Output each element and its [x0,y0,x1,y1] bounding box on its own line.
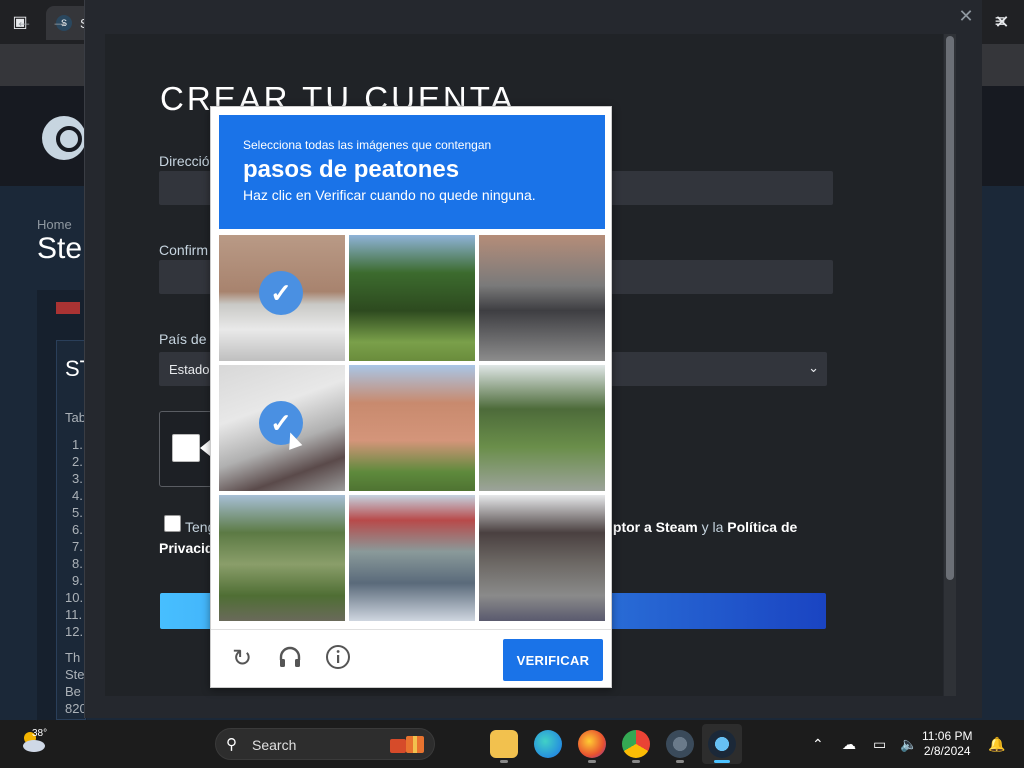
forward-button[interactable]: → [48,9,72,33]
browser-menu-icon[interactable]: ≡ [988,9,1012,33]
captcha-tile[interactable]: ✓ [219,235,345,361]
recaptcha-checkbox[interactable] [172,434,200,462]
file-explorer-icon[interactable] [490,730,518,758]
country-label: País de [159,331,207,347]
list-item: 2. [72,454,83,469]
captcha-challenge: Selecciona todas las imágenes que conten… [210,106,612,688]
captcha-tile[interactable] [349,365,475,491]
list-item: 3. [72,471,83,486]
list-item: 11. [65,607,83,622]
captcha-header: Selecciona todas las imágenes que conten… [219,115,605,229]
captcha-grid: ✓ ✓ [219,235,605,621]
running-indicator [676,760,684,763]
page-title: Ste [37,232,83,265]
language-flag-icon[interactable] [56,302,80,314]
running-indicator [500,760,508,763]
captcha-tile[interactable] [349,235,475,361]
chrome-icon[interactable] [622,730,650,758]
list-item: 7. [72,539,83,554]
verify-button[interactable]: VERIFICAR [503,639,603,681]
agree-text-continued: iptor a Steam y la Política de [609,519,797,535]
captcha-tile[interactable] [479,495,605,621]
email-label: Direcció [159,153,210,169]
list-item: 5. [72,505,83,520]
agree-connector: y la [697,519,728,535]
search-placeholder: Search [252,737,297,753]
country-value: Estado [169,362,210,377]
notification-bell-icon[interactable]: 🔔 [988,736,1005,753]
onedrive-icon[interactable]: ☁ [842,736,856,753]
search-highlight-icon [388,733,426,755]
captcha-pointer [200,440,210,456]
list-item: 8. [72,556,83,571]
list-item: 1. [72,437,83,452]
scrollbar-thumb[interactable] [946,36,954,580]
checkmark-icon: ✓ [259,271,303,315]
reload-icon[interactable]: ↻ [227,644,257,674]
card-text: Th [65,650,81,665]
clock-date: 2/8/2024 [923,744,971,758]
running-indicator [588,760,596,763]
settings-icon[interactable] [666,730,694,758]
privacy-link[interactable]: Política de [727,519,797,535]
captcha-tile[interactable] [479,235,605,361]
list-item: 9. [72,573,83,588]
chevron-down-icon: ⌄ [808,360,819,375]
list-item: 10. [65,590,84,605]
captcha-tile[interactable]: ✓ [219,365,345,491]
running-indicator [632,760,640,763]
search-icon: ⚲ [226,736,237,753]
agree-checkbox[interactable] [164,515,181,532]
breadcrumb[interactable]: Home [37,217,72,232]
network-icon[interactable]: ▭ [873,736,886,753]
captcha-subinstruction: Haz clic en Verificar cuando no quede ni… [243,187,536,203]
steam-logo-icon[interactable] [42,116,86,160]
captcha-instruction: Selecciona todas las imágenes que conten… [243,138,492,152]
captcha-target: pasos de peatones [243,156,460,183]
list-item: 12. [65,624,84,639]
ssa-link[interactable]: iptor a Steam [609,519,698,535]
confirm-email-label: Confirm [159,242,209,258]
captcha-tile[interactable] [349,495,475,621]
info-icon[interactable] [323,644,353,674]
list-item: 4. [72,488,83,503]
list-item: 6. [72,522,83,537]
captcha-footer: ↻ VERIFICAR [211,629,611,687]
clock-time: 11:06 PM [922,729,973,743]
volume-icon[interactable]: 🔈 [900,736,917,753]
card-text: Tab [65,410,86,425]
captcha-tile[interactable] [479,365,605,491]
modal-close-icon[interactable]: ✕ [956,6,976,26]
weather-temperature: 38° [32,728,48,739]
chevron-up-icon[interactable]: ⌃ [812,736,824,753]
edge-icon[interactable] [534,730,562,758]
card-text: Be [65,684,81,699]
captcha-tile[interactable] [219,495,345,621]
headphones-icon[interactable] [275,644,305,674]
card-text: Ste [65,667,85,682]
firefox-icon[interactable] [578,730,606,758]
privacy-link-cont[interactable]: Privacid [159,540,213,556]
back-button[interactable]: ← [12,9,36,33]
steam-icon[interactable] [708,730,736,758]
active-indicator [714,760,730,763]
taskbar-clock[interactable]: 11:06 PM 2/8/2024 [922,729,972,759]
